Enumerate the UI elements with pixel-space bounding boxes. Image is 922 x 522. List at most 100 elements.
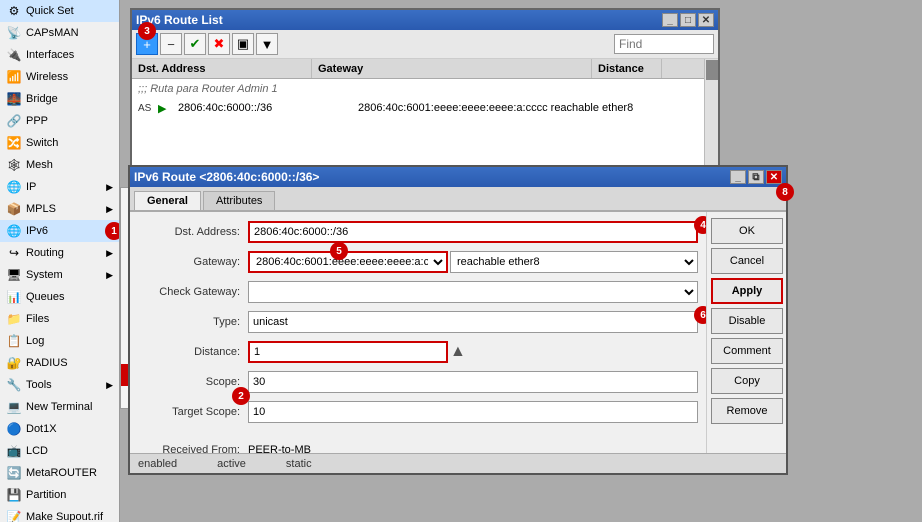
find-input[interactable] — [614, 34, 714, 54]
sidebar-item-queues[interactable]: 📊 Queues — [0, 286, 119, 308]
table-row[interactable]: AS ▶ 2806:40c:6000::/36 2806:40c:6001:ee… — [132, 99, 704, 117]
sidebar-item-ipv6[interactable]: 🌐 IPv6 ▶ 1 — [0, 220, 119, 242]
status-enabled: enabled — [138, 458, 177, 470]
ppp-icon: 🔗 — [6, 113, 22, 129]
sidebar-item-switch[interactable]: 🔀 Switch — [0, 132, 119, 154]
window-controls: _ □ ✕ — [662, 13, 714, 27]
sidebar-item-ip[interactable]: 🌐 IP ▶ — [0, 176, 119, 198]
maximize-button[interactable]: □ — [680, 13, 696, 27]
ok-button[interactable]: OK — [711, 218, 783, 244]
sidebar-label: MetaROUTER — [26, 467, 97, 479]
tools-icon: 🔧 — [6, 377, 22, 393]
sidebar-item-capsman[interactable]: 📡 CAPsMAN — [0, 22, 119, 44]
gateway-label: Gateway: — [138, 256, 248, 268]
disable-button[interactable]: Disable — [711, 308, 783, 334]
makesupout-icon: 📝 — [6, 509, 22, 522]
sidebar-label: PPP — [26, 115, 48, 127]
minimize-button[interactable]: _ — [662, 13, 678, 27]
sidebar-label: Make Supout.rif — [26, 511, 103, 522]
sidebar-item-dot1x[interactable]: 🔵 Dot1X — [0, 418, 119, 440]
quickset-icon: ⚙ — [6, 3, 22, 19]
check-gateway-row: Check Gateway: — [138, 280, 698, 304]
sidebar-item-log[interactable]: 📋 Log — [0, 330, 119, 352]
distance-up-button[interactable]: ▲ — [450, 343, 466, 361]
table-scrollbar[interactable] — [704, 59, 718, 179]
sidebar-item-tools[interactable]: 🔧 Tools ▶ — [0, 374, 119, 396]
sidebar-item-partition[interactable]: 💾 Partition — [0, 484, 119, 506]
distance-header: Distance — [592, 59, 662, 78]
remove-route-button[interactable]: − — [160, 33, 182, 55]
gateway-type-select[interactable]: reachable ether8 — [450, 251, 698, 273]
ipv6-icon: 🌐 — [6, 223, 22, 239]
enable-route-button[interactable]: ✔ — [184, 33, 206, 55]
tab-general[interactable]: General — [134, 191, 201, 210]
sidebar-item-files[interactable]: 📁 Files — [0, 308, 119, 330]
sidebar-label: Interfaces — [26, 49, 74, 61]
mpls-icon: 📦 — [6, 201, 22, 217]
sidebar-label: Files — [26, 313, 49, 325]
sidebar-item-ppp[interactable]: 🔗 PPP — [0, 110, 119, 132]
sidebar-item-bridge[interactable]: 🌉 Bridge — [0, 88, 119, 110]
check-gateway-select[interactable] — [248, 281, 698, 303]
sidebar-item-interfaces[interactable]: 🔌 Interfaces — [0, 44, 119, 66]
sidebar-label: IP — [26, 181, 36, 193]
sidebar-label: CAPsMAN — [26, 27, 79, 39]
dialog-close-button[interactable]: ✕ — [766, 170, 782, 184]
cancel-button[interactable]: Cancel — [711, 248, 783, 274]
route-note: ;;; Ruta para Router Admin 1 — [132, 79, 704, 99]
dialog-restore-button[interactable]: ⧉ — [748, 170, 764, 184]
scope-input[interactable] — [248, 371, 698, 393]
route-dialog-titlebar: IPv6 Route <2806:40c:6000::/36> _ ⧉ ✕ — [130, 167, 786, 187]
target-scope-input[interactable] — [248, 401, 698, 423]
gateway-cell: 2806:40c:6001:eeee:eeee:eeee:a:cccc reac… — [352, 102, 704, 114]
sidebar-label: MPLS — [26, 203, 56, 215]
capsman-icon: 📡 — [6, 25, 22, 41]
interfaces-icon: 🔌 — [6, 47, 22, 63]
bridge-icon: 🌉 — [6, 91, 22, 107]
filter-button[interactable]: ▼ — [256, 33, 278, 55]
sidebar-item-mpls[interactable]: 📦 MPLS ▶ — [0, 198, 119, 220]
badge-6: 6 — [694, 306, 706, 324]
as-label: AS — [132, 103, 152, 114]
copy-button[interactable]: Copy — [711, 368, 783, 394]
sidebar-item-quickset[interactable]: ⚙ Quick Set — [0, 0, 119, 22]
type-input[interactable] — [248, 311, 698, 333]
sidebar-item-newterminal[interactable]: 💻 New Terminal — [0, 396, 119, 418]
route-list-toolbar: + − ✔ ✖ ▣ ▼ — [132, 30, 718, 59]
tab-attributes[interactable]: Attributes — [203, 191, 275, 210]
sidebar-item-routing[interactable]: ↪ Routing ▶ — [0, 242, 119, 264]
dialog-minimize-button[interactable]: _ — [730, 170, 746, 184]
sidebar-label: Routing — [26, 247, 64, 259]
scope-row: Scope: — [138, 370, 698, 394]
sidebar: ⚙ Quick Set 📡 CAPsMAN 🔌 Interfaces 📶 Wir… — [0, 0, 120, 522]
mesh-icon: 🕸 — [6, 157, 22, 173]
expand-icon: ▶ — [152, 102, 172, 115]
comment-button[interactable]: Comment — [711, 338, 783, 364]
sidebar-item-metarouter[interactable]: 🔄 MetaROUTER — [0, 462, 119, 484]
sidebar-item-radius[interactable]: 🔐 RADIUS — [0, 352, 119, 374]
dst-address-input[interactable] — [248, 221, 698, 243]
remove-button[interactable]: Remove — [711, 398, 783, 424]
sidebar-item-makesupout[interactable]: 📝 Make Supout.rif — [0, 506, 119, 522]
badge-2: 2 — [232, 387, 250, 405]
system-icon: 🖥 — [6, 267, 22, 283]
wireless-icon: 📶 — [6, 69, 22, 85]
sidebar-item-system[interactable]: 🖥 System ▶ — [0, 264, 119, 286]
sidebar-item-mesh[interactable]: 🕸 Mesh — [0, 154, 119, 176]
close-button[interactable]: ✕ — [698, 13, 714, 27]
gateway-select[interactable]: 2806:40c:6001:eeee:eeee:eeee:a:c — [248, 251, 448, 273]
type-row: Type: 6 — [138, 310, 698, 334]
distance-input[interactable] — [248, 341, 448, 363]
switch-icon: 🔀 — [6, 135, 22, 151]
sidebar-item-lcd[interactable]: 📺 LCD — [0, 440, 119, 462]
sidebar-item-wireless[interactable]: 📶 Wireless — [0, 66, 119, 88]
gateway-group: 2806:40c:6001:eeee:eeee:eeee:a:c 5 reach… — [248, 251, 698, 273]
clone-route-button[interactable]: ▣ — [232, 33, 254, 55]
disable-route-button[interactable]: ✖ — [208, 33, 230, 55]
button-area: OK Cancel Apply Disable Comment Copy Rem… — [706, 212, 786, 456]
apply-button[interactable]: Apply — [711, 278, 783, 304]
radius-icon: 🔐 — [6, 355, 22, 371]
status-static: static — [286, 458, 312, 470]
routing-icon: ↪ — [6, 245, 22, 261]
scope-label: Scope: — [138, 376, 248, 388]
